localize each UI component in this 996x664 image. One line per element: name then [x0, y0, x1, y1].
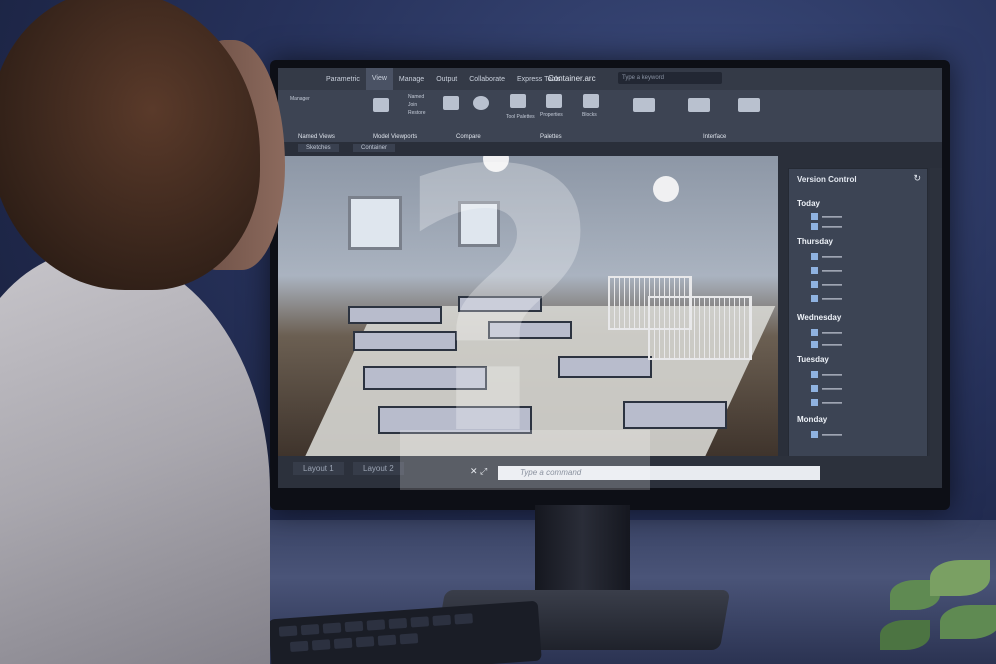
app-title: Container.arc	[548, 74, 596, 83]
day-wednesday: Wednesday	[797, 313, 842, 322]
version-item[interactable]: ▬▬▬▬▬	[811, 329, 842, 336]
person-shoulder	[0, 250, 270, 664]
version-item[interactable]: ▬▬▬▬▬	[811, 399, 842, 406]
viewport-icon[interactable]	[373, 98, 389, 112]
ribbon-tabs: Parametric View Manage Output Collaborat…	[278, 68, 942, 90]
day-thursday: Thursday	[797, 237, 834, 246]
version-item[interactable]: ▬▬▬▬▬	[811, 223, 842, 230]
plant	[870, 550, 996, 664]
tab-collaborate[interactable]: Collaborate	[463, 76, 511, 83]
file-tabs-icon[interactable]	[688, 98, 710, 112]
room-window	[348, 196, 402, 250]
tab-manage[interactable]: Manage	[393, 76, 430, 83]
person-hair	[0, 0, 260, 290]
version-control-panel: Version Control ↻ Today ▬▬▬▬▬ ▬▬▬▬▬ Thur…	[788, 168, 928, 460]
refresh-icon[interactable]: ↻	[913, 173, 921, 184]
layout-tabs-icon[interactable]	[738, 98, 760, 112]
person	[0, 0, 320, 664]
photo-scene: Parametric View Manage Output Collaborat…	[0, 0, 996, 664]
ceiling-lamp	[653, 176, 679, 202]
version-item[interactable]: ▬▬▬▬▬	[811, 253, 842, 260]
tab-view[interactable]: View	[365, 68, 393, 90]
day-monday: Monday	[797, 415, 828, 424]
day-today: Today	[797, 199, 820, 208]
version-control-title: Version Control	[797, 175, 857, 184]
day-tuesday: Tuesday	[797, 355, 829, 364]
version-item[interactable]: ▬▬▬▬▬	[811, 295, 842, 302]
tab-output[interactable]: Output	[430, 76, 463, 83]
bed	[623, 401, 727, 429]
document-tabs: Sketches Container	[278, 142, 942, 156]
question-mark-overlay: ?	[395, 95, 604, 514]
tab-parametric[interactable]: Parametric	[320, 76, 366, 83]
switch-window-icon[interactable]	[633, 98, 655, 112]
version-item[interactable]: ▬▬▬▬▬	[811, 281, 842, 288]
version-item[interactable]: ▬▬▬▬▬	[811, 213, 842, 220]
group-interface: Interface	[703, 134, 727, 140]
version-item[interactable]: ▬▬▬▬▬	[811, 267, 842, 274]
monitor-screen: Parametric View Manage Output Collaborat…	[278, 68, 942, 488]
crib	[648, 296, 752, 360]
search-input[interactable]: Type a keyword	[618, 72, 722, 84]
version-item[interactable]: ▬▬▬▬▬	[811, 385, 842, 392]
version-item[interactable]: ▬▬▬▬▬	[811, 341, 842, 348]
version-item[interactable]: ▬▬▬▬▬	[811, 371, 842, 378]
side-toolbar	[930, 168, 942, 458]
doc-tab-container[interactable]: Container	[353, 144, 396, 152]
ribbon-panel: Manager Named Views Named Join Restore M…	[278, 90, 942, 142]
version-item[interactable]: ▬▬▬▬▬	[811, 431, 842, 438]
